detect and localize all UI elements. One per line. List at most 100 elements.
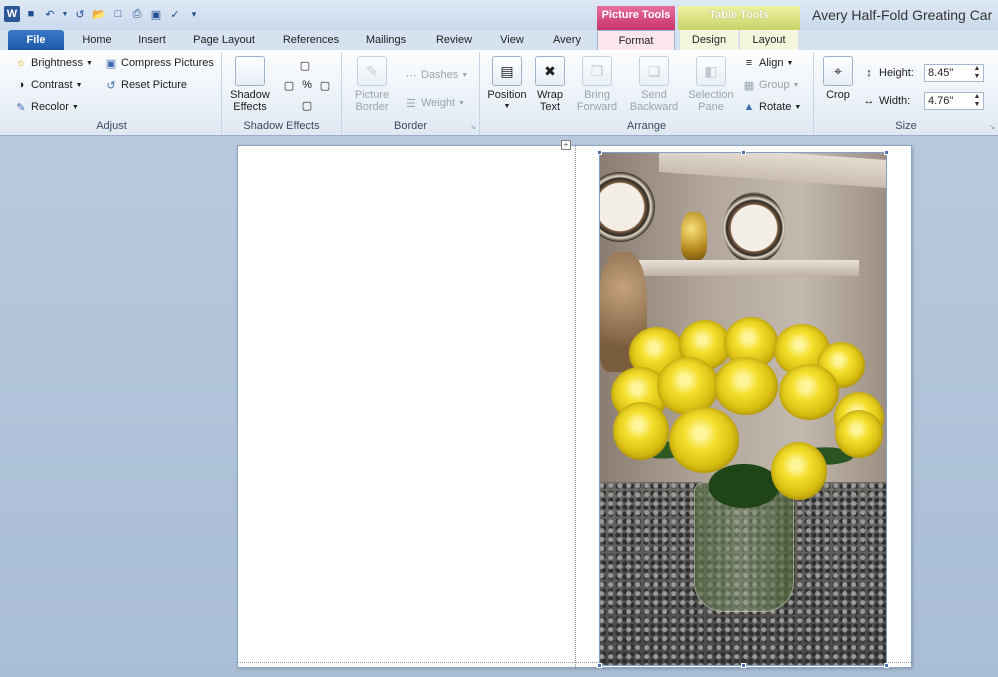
- width-label-group: ↔ Width:: [862, 94, 911, 108]
- chevron-down-icon: ▼: [792, 81, 800, 89]
- new-document-icon[interactable]: □: [110, 6, 126, 22]
- chevron-down-icon: ▼: [503, 103, 511, 110]
- width-label: Width:: [879, 95, 911, 107]
- weight-button[interactable]: ☰ Weight ▼: [404, 96, 465, 110]
- reset-picture-label: Reset Picture: [121, 79, 188, 91]
- reset-picture-icon: ↺: [106, 79, 116, 92]
- send-backward-button[interactable]: ❏ Send Backward: [626, 56, 682, 113]
- selection-pane-button[interactable]: ◧ Selection Pane: [686, 56, 736, 113]
- brightness-icon: ☼: [15, 57, 27, 69]
- recolor-button[interactable]: ✎ Recolor ▼: [14, 100, 78, 114]
- dashes-icon: ⋯: [405, 69, 417, 82]
- print-icon[interactable]: ⎙: [129, 6, 145, 22]
- shadow-toggle-button[interactable]: %: [300, 78, 314, 92]
- group-icon: ▦: [743, 79, 755, 92]
- position-label: Position: [487, 89, 527, 101]
- chevron-down-icon: ▼: [786, 59, 794, 67]
- tab-view[interactable]: View: [492, 30, 532, 50]
- table-move-handle-icon[interactable]: +: [561, 140, 571, 150]
- dropdown-arrow-icon[interactable]: ▼: [61, 6, 69, 22]
- brightness-button[interactable]: ☼ Brightness ▼: [14, 56, 93, 70]
- rotate-label: Rotate: [759, 101, 792, 113]
- border-group: ✎ Picture Border ⋯ Dashes ▼ ☰ Weight ▼ B…: [342, 52, 480, 134]
- recolor-icon: ✎: [16, 101, 26, 114]
- adjust-group: ☼ Brightness ▼ ◑ Contrast ▼ ✎ Recolor ▼ …: [2, 52, 222, 134]
- selection-pane-icon: ◧: [696, 56, 726, 86]
- shadow-toggle-icon: %: [302, 79, 312, 91]
- tab-references[interactable]: References: [276, 30, 346, 50]
- align-icon: ≡: [745, 57, 753, 69]
- position-button[interactable]: ▤ Position ▼: [484, 56, 530, 113]
- position-icon: ▤: [492, 56, 522, 86]
- shadow-effects-button[interactable]: Shadow Effects: [228, 56, 272, 113]
- height-spinner-icon[interactable]: ▲ ▼: [971, 65, 983, 81]
- nudge-shadow-right-button[interactable]: ▢: [318, 78, 332, 92]
- nudge-shadow-down-button[interactable]: ▢: [300, 98, 314, 112]
- size-group: ⌖ Crop ↕ Height: 8.45" ▲ ▼ ↔ Width: 4.76"…: [814, 52, 998, 134]
- crop-label: Crop: [826, 89, 850, 101]
- chevron-down-icon: ▼: [794, 103, 802, 111]
- crop-icon: ⌖: [823, 56, 853, 86]
- tab-avery[interactable]: Avery: [542, 30, 592, 50]
- wrap-text-icon: ✖: [535, 56, 565, 86]
- height-label-group: ↕ Height:: [862, 66, 914, 80]
- tab-page-layout[interactable]: Page Layout: [184, 30, 264, 50]
- nudge-shadow-up-button[interactable]: ▢: [298, 58, 312, 72]
- height-input[interactable]: 8.45" ▲ ▼: [924, 64, 984, 82]
- tab-format[interactable]: Format: [597, 30, 675, 50]
- group-button[interactable]: ▦ Group ▼: [742, 78, 800, 92]
- bring-forward-button[interactable]: ❐ Bring Forward: [572, 56, 622, 113]
- picture-border-label-1: Picture: [354, 89, 390, 101]
- spelling-icon[interactable]: ✓: [167, 6, 183, 22]
- contrast-label: Contrast: [31, 79, 73, 91]
- table-tools-context-label: Table Tools: [678, 6, 800, 30]
- word-logo-icon[interactable]: W: [4, 6, 20, 22]
- send-backward-label-1: Send: [641, 89, 667, 101]
- undo-icon[interactable]: ↶: [42, 6, 58, 22]
- document-page[interactable]: +: [237, 140, 913, 669]
- shadow-effects-group: Shadow Effects ▢ ▢ % ▢ ▢ Shadow Effects: [222, 52, 342, 134]
- print-preview-icon[interactable]: ▣: [148, 6, 164, 22]
- width-spinner-icon[interactable]: ▲ ▼: [971, 93, 983, 109]
- tab-layout[interactable]: Layout: [740, 30, 798, 50]
- height-icon: ↕: [866, 67, 872, 79]
- document-title: Avery Half-Fold Greating Car: [812, 7, 993, 23]
- open-icon[interactable]: 📂: [91, 6, 107, 22]
- save-icon[interactable]: ■: [23, 6, 39, 22]
- tab-file[interactable]: File: [8, 30, 64, 50]
- tab-home[interactable]: Home: [72, 30, 122, 50]
- picture-border-icon: ✎: [357, 56, 387, 86]
- tab-mailings[interactable]: Mailings: [358, 30, 414, 50]
- customize-toolbar-icon[interactable]: ▾: [186, 6, 202, 22]
- picture-border-button[interactable]: ✎ Picture Border: [350, 56, 394, 113]
- crop-button[interactable]: ⌖ Crop: [818, 56, 858, 101]
- selection-pane-label-2: Pane: [698, 101, 724, 113]
- reset-picture-button[interactable]: ↺ Reset Picture: [104, 78, 187, 92]
- redo-icon[interactable]: ↺: [72, 6, 88, 22]
- weight-label: Weight: [421, 97, 456, 109]
- nudge-shadow-left-button[interactable]: ▢: [282, 78, 296, 92]
- nudge-up-icon: ▢: [299, 59, 311, 72]
- width-input[interactable]: 4.76" ▲ ▼: [924, 92, 984, 110]
- dialog-launcher-icon[interactable]: ↘: [470, 123, 476, 131]
- tab-insert[interactable]: Insert: [128, 30, 176, 50]
- align-button[interactable]: ≡ Align ▼: [742, 56, 794, 70]
- compress-pictures-button[interactable]: ▣ Compress Pictures: [104, 56, 214, 70]
- rose-bouquet-picture[interactable]: [599, 152, 887, 666]
- dashes-button[interactable]: ⋯ Dashes ▼: [404, 68, 469, 82]
- bring-forward-label-2: Forward: [576, 101, 618, 113]
- table-column-border[interactable]: [575, 146, 576, 669]
- rotate-button[interactable]: ▲ Rotate ▼: [742, 100, 802, 114]
- chevron-down-icon: ▼: [85, 59, 93, 67]
- wrap-text-button[interactable]: ✖ Wrap Text: [532, 56, 568, 113]
- tab-design[interactable]: Design: [680, 30, 738, 50]
- title-bar: W ■ ↶ ▼ ↺ 📂 □ ⎙ ▣ ✓ ▾ Picture Tools Tabl…: [0, 0, 998, 30]
- width-icon: ↔: [863, 95, 875, 107]
- contrast-button[interactable]: ◑ Contrast ▼: [14, 78, 83, 92]
- tab-review[interactable]: Review: [428, 30, 480, 50]
- adjust-group-label: Adjust: [96, 120, 127, 132]
- chevron-down-icon: ▼: [75, 81, 83, 89]
- arrange-group: ▤ Position ▼ ✖ Wrap Text ❐ Bring Forward…: [480, 52, 814, 134]
- height-value: 8.45": [928, 67, 954, 79]
- dialog-launcher-icon[interactable]: ↘: [989, 123, 995, 131]
